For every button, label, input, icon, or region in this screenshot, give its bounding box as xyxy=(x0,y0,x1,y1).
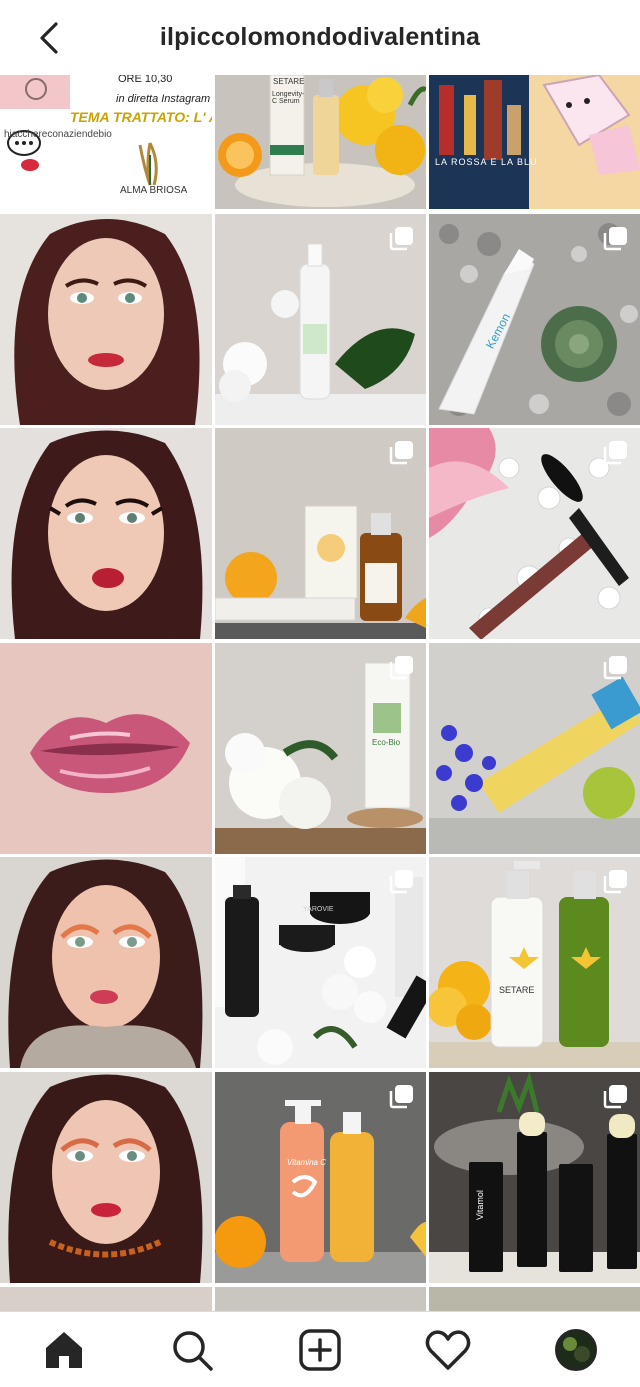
nav-new-post[interactable] xyxy=(290,1320,350,1380)
post-tile[interactable] xyxy=(215,1287,426,1311)
poster-subtitle: in diretta Instagram xyxy=(116,93,211,105)
search-icon xyxy=(173,1330,213,1371)
product-label: Vitamina C xyxy=(287,1158,326,1167)
new-post-icon xyxy=(299,1328,341,1371)
bottom-nav xyxy=(0,1311,640,1387)
poster-hashtag: hiacchereconaziendebio xyxy=(4,129,112,140)
book-photo xyxy=(429,75,640,209)
header-bar: ilpiccolomondodivalentina xyxy=(0,0,640,75)
multiple-posts-icon xyxy=(603,227,627,251)
nav-home[interactable] xyxy=(34,1320,94,1380)
poster-topic: TEMA TRATTATO: L' AMBR xyxy=(70,109,212,125)
nav-search[interactable] xyxy=(162,1320,222,1380)
post-tile[interactable]: ORE 10,30 in diretta Instagram TEMA TRAT… xyxy=(0,75,212,209)
product-label: Eco-Bio xyxy=(372,738,401,747)
activity-heart-icon xyxy=(425,1329,471,1370)
post-tile[interactable] xyxy=(215,214,426,425)
post-grid: ORE 10,30 in diretta Instagram TEMA TRAT… xyxy=(0,75,640,1311)
product-sublabel: Longevity-C Serum xyxy=(272,91,305,105)
book-title: LA ROSSA E LA BLU xyxy=(435,157,538,167)
post-tile[interactable] xyxy=(0,643,212,854)
profile-avatar xyxy=(555,1328,597,1371)
post-tile[interactable]: LA ROSSA E LA BLU xyxy=(429,75,640,209)
back-button[interactable] xyxy=(30,18,70,58)
multiple-posts-icon xyxy=(389,870,413,894)
multiple-posts-icon xyxy=(603,656,627,680)
post-tile[interactable] xyxy=(0,857,212,1068)
poster-brand: ALMA BRIOSA xyxy=(120,185,188,196)
lips-photo xyxy=(0,643,212,854)
post-tile[interactable] xyxy=(429,1287,640,1311)
product-label: YAROVIE xyxy=(303,906,334,913)
post-tile[interactable]: Vitamol xyxy=(429,1072,640,1283)
post-tile[interactable] xyxy=(0,214,212,425)
post-tile[interactable] xyxy=(0,1072,212,1283)
product-label: SETARE xyxy=(273,77,305,86)
product-photo xyxy=(218,75,426,207)
multiple-posts-icon xyxy=(389,227,413,251)
product-label: Vitamol xyxy=(475,1190,485,1220)
product-label: SETARE xyxy=(499,985,535,995)
multiple-posts-icon xyxy=(389,441,413,465)
poster-time: ORE 10,30 xyxy=(118,75,173,85)
profile-username: ilpiccolomondodivalentina xyxy=(159,23,481,51)
post-tile[interactable] xyxy=(429,643,640,854)
nav-activity[interactable] xyxy=(418,1320,478,1380)
portrait-photo xyxy=(0,1072,212,1283)
chevron-left-icon xyxy=(40,22,58,54)
multiple-posts-icon xyxy=(389,656,413,680)
post-tile[interactable]: Kemon xyxy=(429,214,640,425)
portrait-photo xyxy=(0,857,212,1068)
post-tile[interactable] xyxy=(0,428,212,639)
portrait-photo xyxy=(0,214,212,425)
portrait-photo xyxy=(0,428,212,639)
home-icon xyxy=(46,1331,82,1368)
post-tile[interactable] xyxy=(0,1287,212,1311)
post-tile[interactable]: SETARE xyxy=(429,857,640,1068)
multiple-posts-icon xyxy=(389,1085,413,1109)
multiple-posts-icon xyxy=(603,441,627,465)
post-tile[interactable]: Vitamina C xyxy=(215,1072,426,1283)
multiple-posts-icon xyxy=(603,1085,627,1109)
post-tile[interactable]: Eco-Bio xyxy=(215,643,426,854)
post-tile[interactable] xyxy=(429,428,640,639)
post-tile[interactable] xyxy=(215,428,426,639)
nav-profile[interactable] xyxy=(546,1320,606,1380)
post-tile[interactable]: YAROVIE xyxy=(215,857,426,1068)
post-tile[interactable]: SETARE Longevity-C Serum xyxy=(215,75,426,209)
multiple-posts-icon xyxy=(603,870,627,894)
